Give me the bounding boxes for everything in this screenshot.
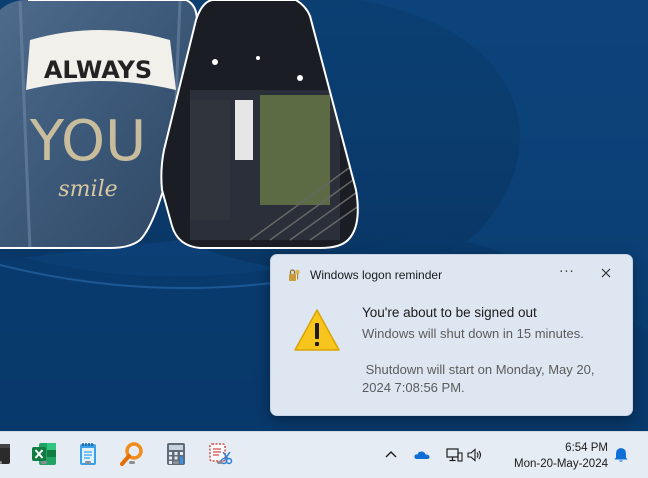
bell-icon[interactable] (612, 446, 630, 464)
notification-toast[interactable]: Windows logon reminder ··· You're about … (270, 254, 633, 416)
more-options-icon[interactable]: ··· (556, 263, 578, 283)
key-padlock-icon (289, 269, 300, 281)
taskbar-clock[interactable]: 6:54 PM Mon-20-May-2024 (498, 440, 608, 472)
clock-date: Mon-20-May-2024 (514, 458, 608, 470)
running-indicator (129, 461, 135, 464)
taskbar-app-snipping-tool[interactable] (207, 441, 233, 467)
close-icon[interactable] (597, 264, 615, 282)
network-icon[interactable] (445, 446, 463, 464)
running-indicator (217, 461, 223, 464)
taskbar-app-excel[interactable] (31, 441, 57, 467)
taskbar-app-calculator[interactable] (163, 441, 189, 467)
notification-title: You're about to be signed out (362, 305, 537, 320)
clock-time: 6:54 PM (565, 442, 608, 454)
cloud-icon[interactable] (413, 446, 431, 464)
svg-text:smile: smile (58, 177, 117, 202)
notification-app-name: Windows logon reminder (310, 268, 443, 282)
taskbar-app-terminal[interactable] (0, 441, 12, 467)
svg-text:ALWAYS: ALWAYS (44, 56, 152, 84)
notification-detail: Shutdown will start on Monday, May 20, 2… (362, 362, 599, 395)
taskbar-app-search-tool[interactable] (119, 441, 145, 467)
svg-text:YOU: YOU (29, 109, 146, 174)
speaker-icon[interactable] (466, 446, 484, 464)
running-indicator (85, 461, 91, 464)
notification-body: Windows will shut down in 15 minutes. (362, 326, 584, 341)
chevron-up-icon[interactable] (382, 446, 400, 464)
desktop: ALWAYS YOU smile Windows logon reminder … (0, 0, 648, 431)
taskbar: 6:54 PM Mon-20-May-2024 (0, 431, 648, 478)
warning-icon (294, 309, 340, 351)
taskbar-app-notepad[interactable] (75, 441, 101, 467)
running-indicator (173, 461, 179, 464)
running-indicator (41, 461, 47, 464)
